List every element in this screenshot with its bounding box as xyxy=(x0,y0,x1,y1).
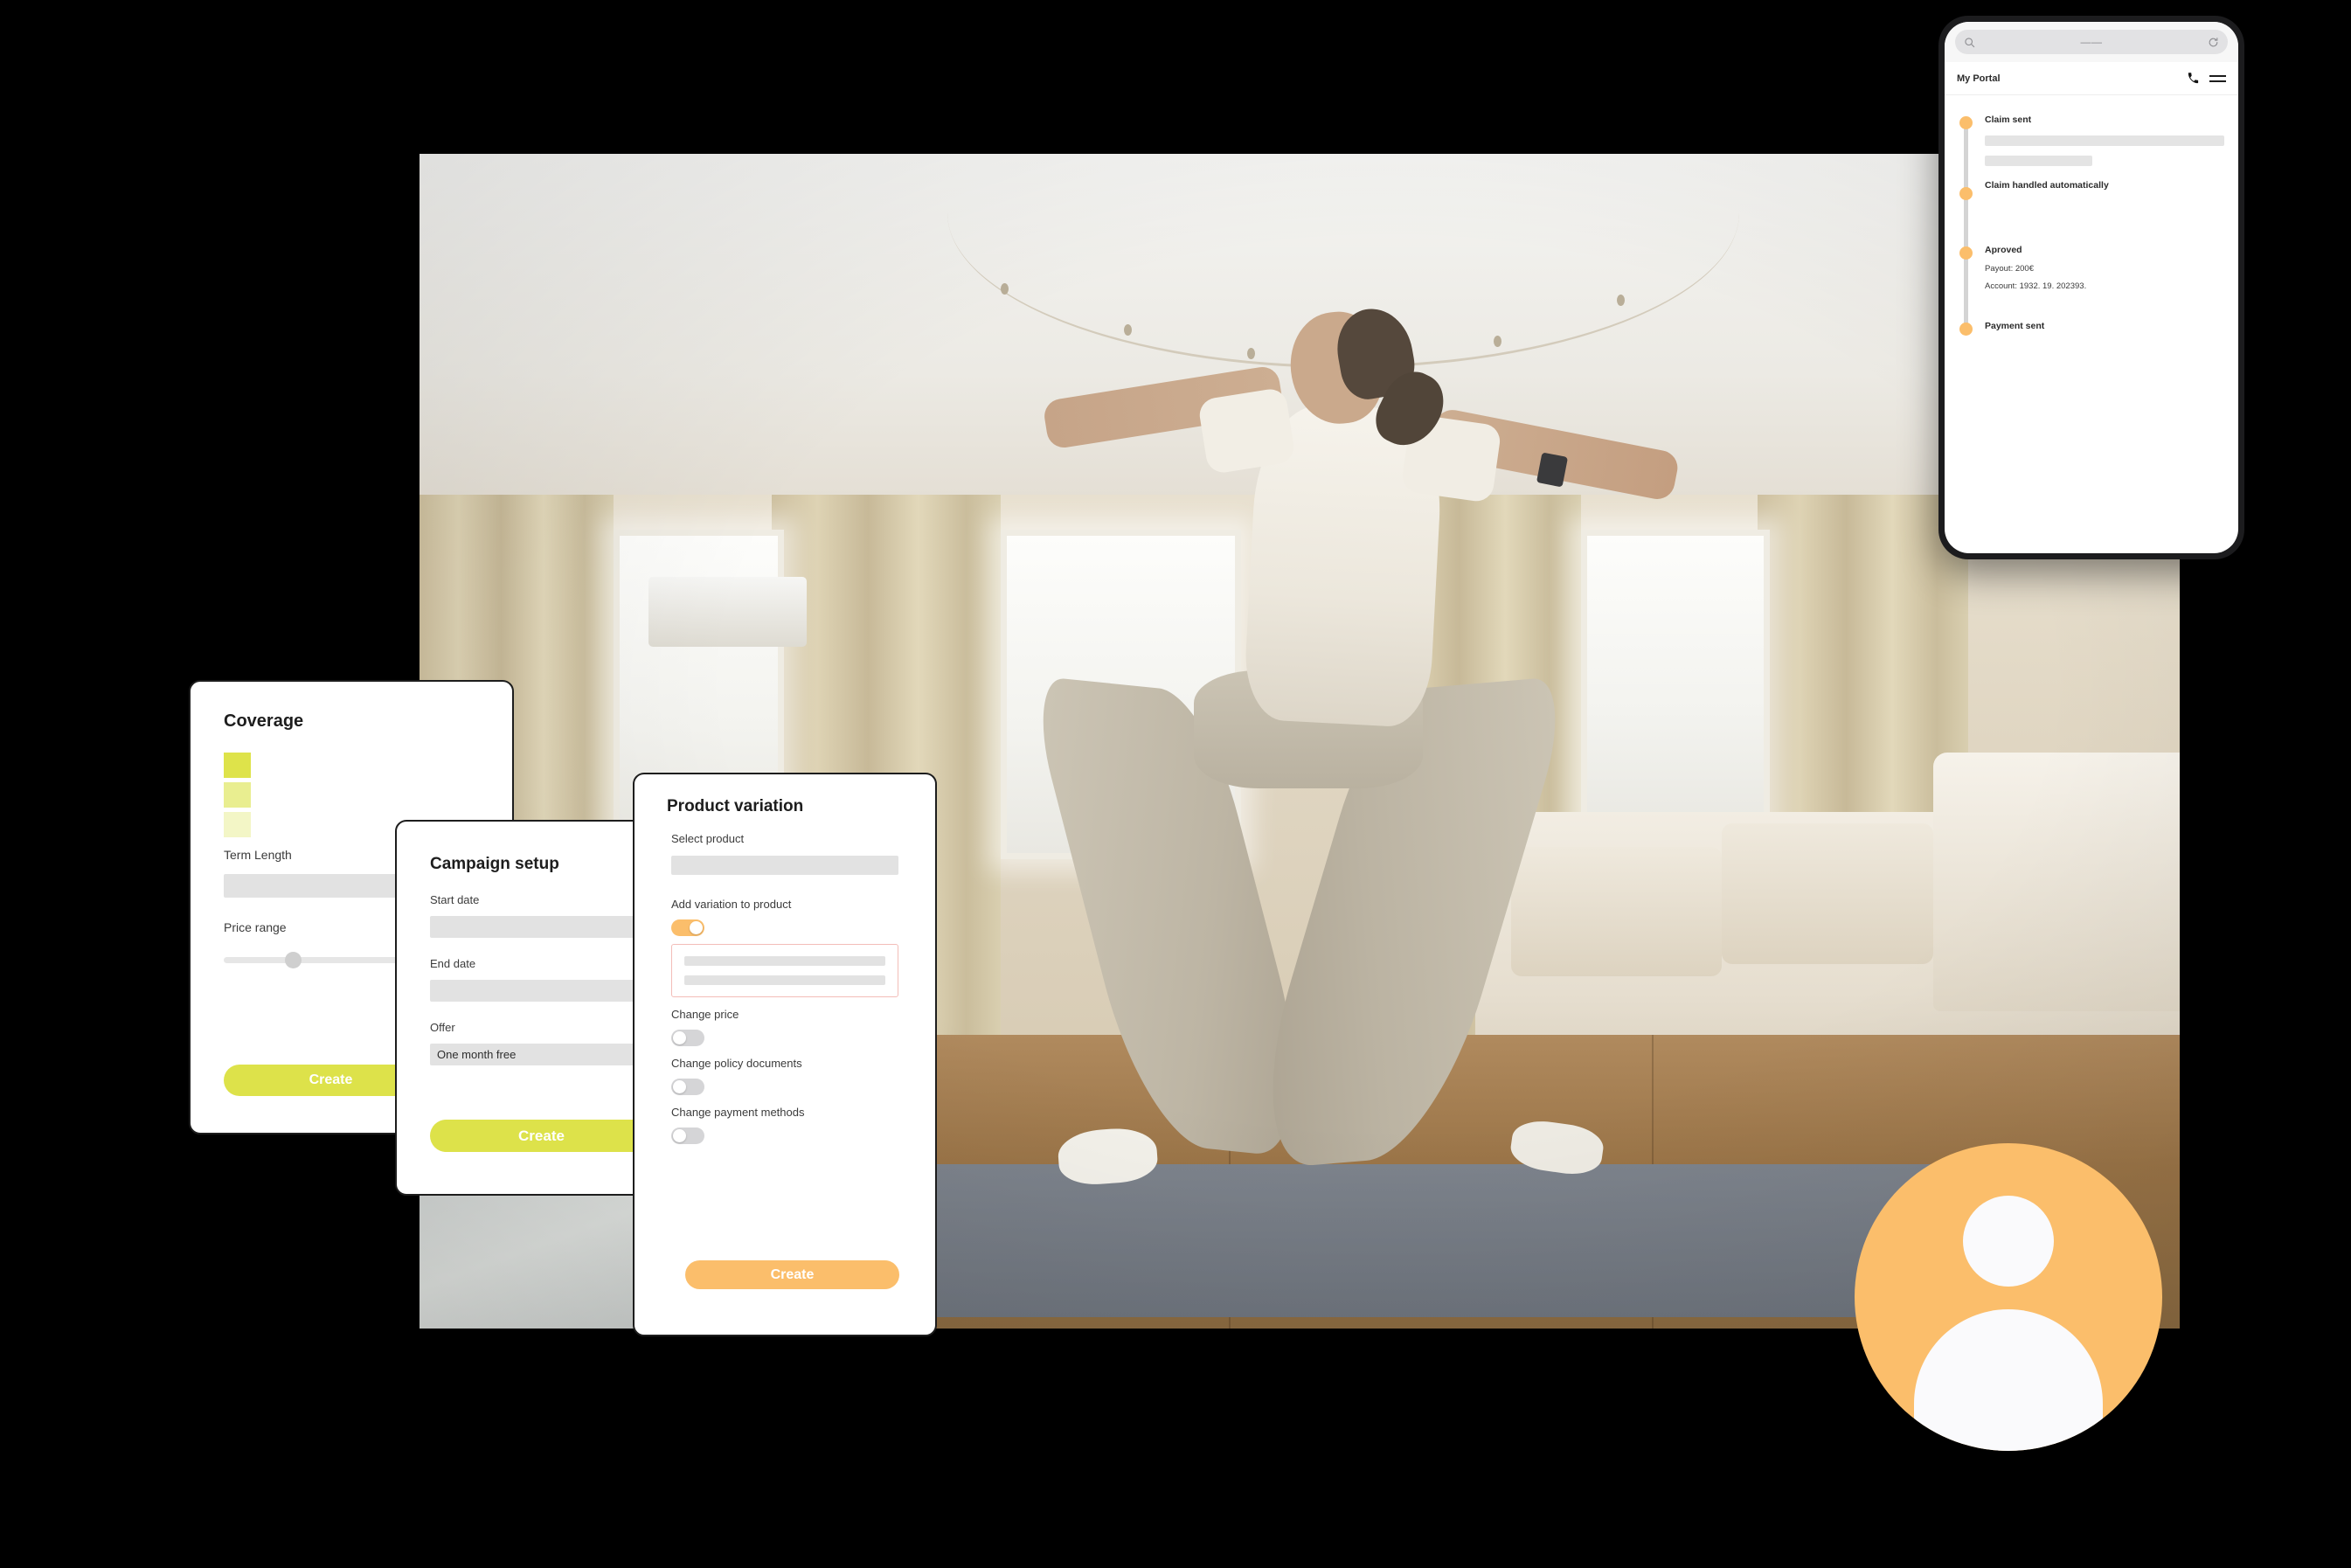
select-product-label: Select product xyxy=(671,832,745,845)
header-actions xyxy=(2187,72,2226,85)
browser-toolbar: —— xyxy=(1945,22,2238,62)
timeline-dot xyxy=(1959,323,1973,336)
timeline-step-claim-sent[interactable]: Claim sent xyxy=(1945,114,2238,167)
timeline-step-claim-handled[interactable]: Claim handled automatically xyxy=(1945,180,2238,210)
phone-icon[interactable] xyxy=(2187,72,2200,85)
app-header: My Portal xyxy=(1945,62,2238,95)
user-avatar-icon[interactable] xyxy=(1855,1143,2162,1451)
product-create-button[interactable]: Create xyxy=(685,1260,899,1289)
end-date-input[interactable] xyxy=(430,980,640,1002)
select-product-input[interactable] xyxy=(671,856,898,875)
skeleton-bar xyxy=(1985,135,2224,147)
coverage-swatch[interactable] xyxy=(224,812,251,837)
coverage-card-title: Coverage xyxy=(224,711,304,731)
skeleton-bar xyxy=(1985,156,2093,167)
change-price-label: Change price xyxy=(671,1008,739,1021)
product-card-title: Product variation xyxy=(667,797,804,815)
toggle-knob xyxy=(673,1080,686,1093)
change-policy-documents-label: Change policy documents xyxy=(671,1057,802,1070)
hamburger-menu-icon[interactable] xyxy=(2209,74,2226,82)
url-placeholder: —— xyxy=(2080,36,2103,48)
variation-error-box[interactable] xyxy=(671,944,898,997)
slider-thumb[interactable] xyxy=(285,952,302,968)
search-icon xyxy=(1964,37,1975,48)
change-price-toggle[interactable] xyxy=(671,1030,704,1046)
mobile-device-mockup: —— My Portal Claim sent Claim handled au… xyxy=(1938,16,2244,559)
timeline-step-payment-sent[interactable]: Payment sent xyxy=(1945,321,2238,350)
reload-icon[interactable] xyxy=(2208,37,2219,48)
payout-amount: Payout: 200€ xyxy=(1985,264,2034,274)
add-variation-toggle[interactable] xyxy=(671,919,704,936)
change-payment-methods-label: Change payment methods xyxy=(671,1106,805,1119)
coverage-swatch[interactable] xyxy=(224,753,251,778)
timeline-dot xyxy=(1959,116,1973,129)
timeline-dot xyxy=(1959,187,1973,201)
timeline-step-label: Aproved xyxy=(1985,245,2022,256)
campaign-create-button[interactable]: Create xyxy=(430,1120,653,1152)
claim-status-timeline: Claim sent Claim handled automatically A… xyxy=(1945,95,2238,350)
portal-title: My Portal xyxy=(1957,73,2001,84)
offer-input[interactable]: One month free xyxy=(430,1044,640,1065)
skeleton-bar xyxy=(684,956,885,966)
timeline-step-label: Claim handled automatically xyxy=(1985,180,2109,191)
phone-screen: —— My Portal Claim sent Claim handled au… xyxy=(1945,22,2238,553)
add-variation-label: Add variation to product xyxy=(671,898,792,911)
toggle-knob xyxy=(690,921,703,934)
coverage-swatch[interactable] xyxy=(224,782,251,808)
timeline-dot xyxy=(1959,246,1973,260)
url-bar[interactable]: —— xyxy=(1955,30,2228,54)
account-number: Account: 1932. 19. 202393. xyxy=(1985,281,2087,292)
timeline-step-approved[interactable]: Aproved Payout: 200€ Account: 1932. 19. … xyxy=(1945,245,2238,291)
timeline-step-label: Claim sent xyxy=(1985,114,2032,125)
product-variation-card: Product variation Select product Add var… xyxy=(633,773,937,1336)
toggle-knob xyxy=(673,1031,686,1044)
start-date-input[interactable] xyxy=(430,916,640,938)
skeleton-bar xyxy=(684,975,885,985)
change-payment-methods-toggle[interactable] xyxy=(671,1127,704,1144)
toggle-knob xyxy=(673,1129,686,1142)
timeline-step-label: Payment sent xyxy=(1985,321,2045,332)
avatar-body xyxy=(1914,1309,2103,1451)
change-policy-documents-toggle[interactable] xyxy=(671,1079,704,1095)
avatar-head xyxy=(1963,1196,2054,1287)
